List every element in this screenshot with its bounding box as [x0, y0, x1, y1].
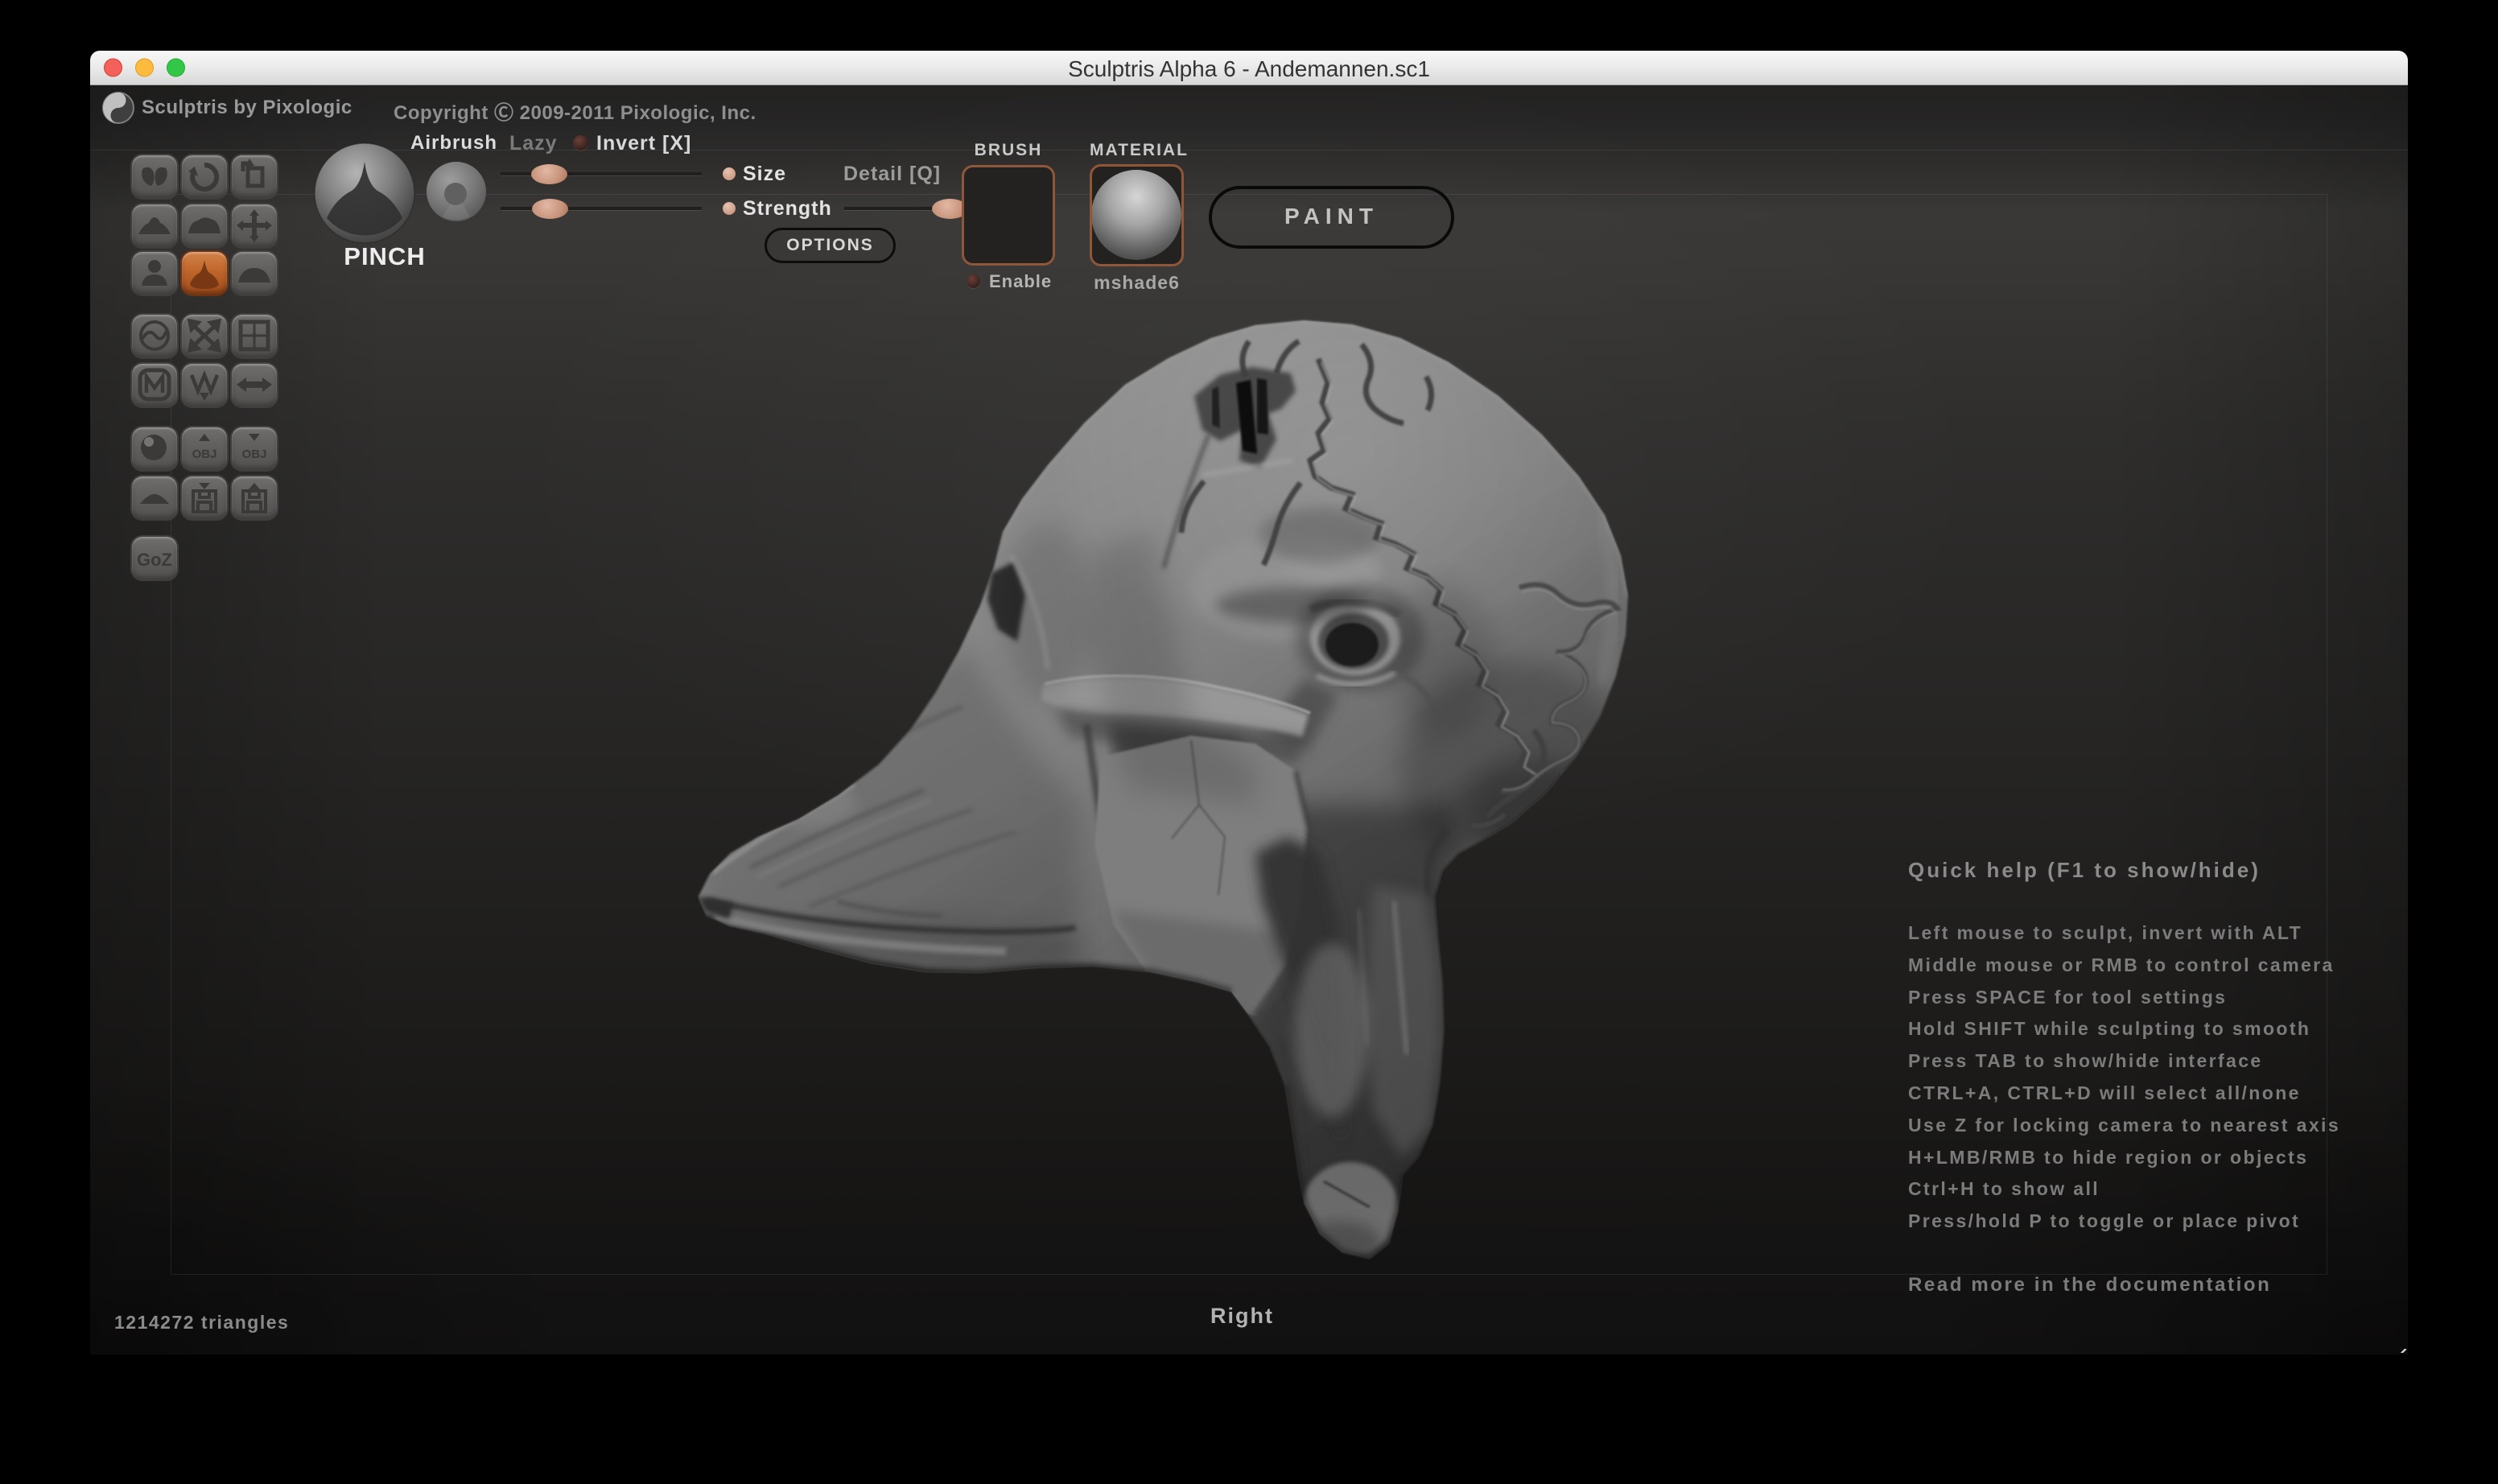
svg-text:OBJ: OBJ: [242, 447, 267, 461]
svg-text:GoZ: GoZ: [137, 550, 172, 570]
svg-text:OBJ: OBJ: [192, 447, 217, 461]
